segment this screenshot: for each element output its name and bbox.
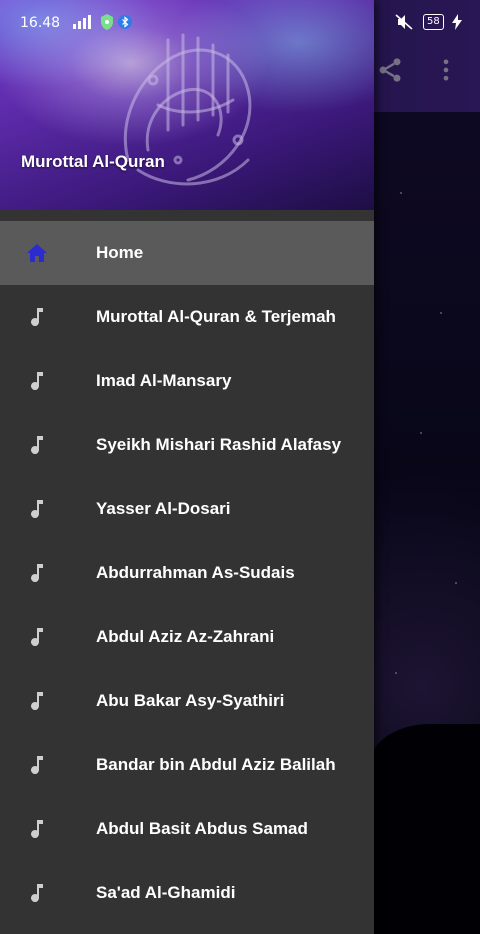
- battery-level: 58: [423, 14, 444, 30]
- music-note-icon: [25, 497, 49, 521]
- music-note-icon: [25, 369, 49, 393]
- menu-item-label: Abdurrahman As-Sudais: [96, 563, 295, 582]
- menu-item-az-zahrani[interactable]: Abdul Aziz Az-Zahrani: [0, 605, 374, 669]
- menu-item-imad-al-mansary[interactable]: Imad Al-Mansary: [0, 349, 374, 413]
- bluetooth-icon: [118, 14, 132, 34]
- menu-item-balilah[interactable]: Bandar bin Abdul Aziz Balilah: [0, 733, 374, 797]
- status-time: 16.48: [20, 15, 61, 31]
- music-note-icon: [25, 817, 49, 841]
- menu-item-al-ghamidi[interactable]: Sa'ad Al-Ghamidi: [0, 861, 374, 925]
- mute-icon: [395, 14, 413, 34]
- music-note-icon: [25, 689, 49, 713]
- charge-icon: [452, 14, 462, 34]
- menu-item-label: Bandar bin Abdul Aziz Balilah: [96, 755, 336, 774]
- signal-icon: [72, 15, 92, 33]
- menu-item-label: Home: [96, 243, 144, 262]
- home-icon: [25, 241, 49, 265]
- music-note-icon: [25, 753, 49, 777]
- menu-item-as-sudais[interactable]: Abdurrahman As-Sudais: [0, 541, 374, 605]
- music-note-icon: [25, 561, 49, 585]
- menu-item-yasser-al-dosari[interactable]: Yasser Al-Dosari: [0, 477, 374, 541]
- shield-icon: [100, 14, 114, 34]
- menu-item-label: Syeikh Mishari Rashid Alafasy: [96, 435, 342, 454]
- navigation-drawer: Murottal Al-Quran Home Murottal Al-Quran…: [0, 0, 374, 934]
- menu-item-label: Yasser Al-Dosari: [96, 499, 231, 518]
- menu-item-asy-syathiri[interactable]: Abu Bakar Asy-Syathiri: [0, 669, 374, 733]
- menu-item-murottal-terjemah[interactable]: Murottal Al-Quran & Terjemah: [0, 285, 374, 349]
- music-note-icon: [25, 305, 49, 329]
- menu-item-abdus-samad[interactable]: Abdul Basit Abdus Samad: [0, 797, 374, 861]
- menu-item-label: Abdul Aziz Az-Zahrani: [96, 627, 275, 646]
- menu-item-home[interactable]: Home: [0, 221, 374, 285]
- menu-item-label: Sa'ad Al-Ghamidi: [96, 883, 236, 902]
- drawer-title: Murottal Al-Quran: [21, 152, 165, 171]
- menu-item-label: Murottal Al-Quran & Terjemah: [96, 307, 336, 326]
- music-note-icon: [25, 881, 49, 905]
- status-bar: 16.48 58: [0, 0, 480, 40]
- menu-item-label: Imad Al-Mansary: [96, 371, 232, 390]
- drawer-menu: Home Murottal Al-Quran & Terjemah Imad A…: [0, 221, 374, 925]
- menu-item-label: Abu Bakar Asy-Syathiri: [96, 691, 285, 710]
- music-note-icon: [25, 433, 49, 457]
- menu-item-label: Abdul Basit Abdus Samad: [96, 819, 308, 838]
- music-note-icon: [25, 625, 49, 649]
- menu-item-mishari-alafasy[interactable]: Syeikh Mishari Rashid Alafasy: [0, 413, 374, 477]
